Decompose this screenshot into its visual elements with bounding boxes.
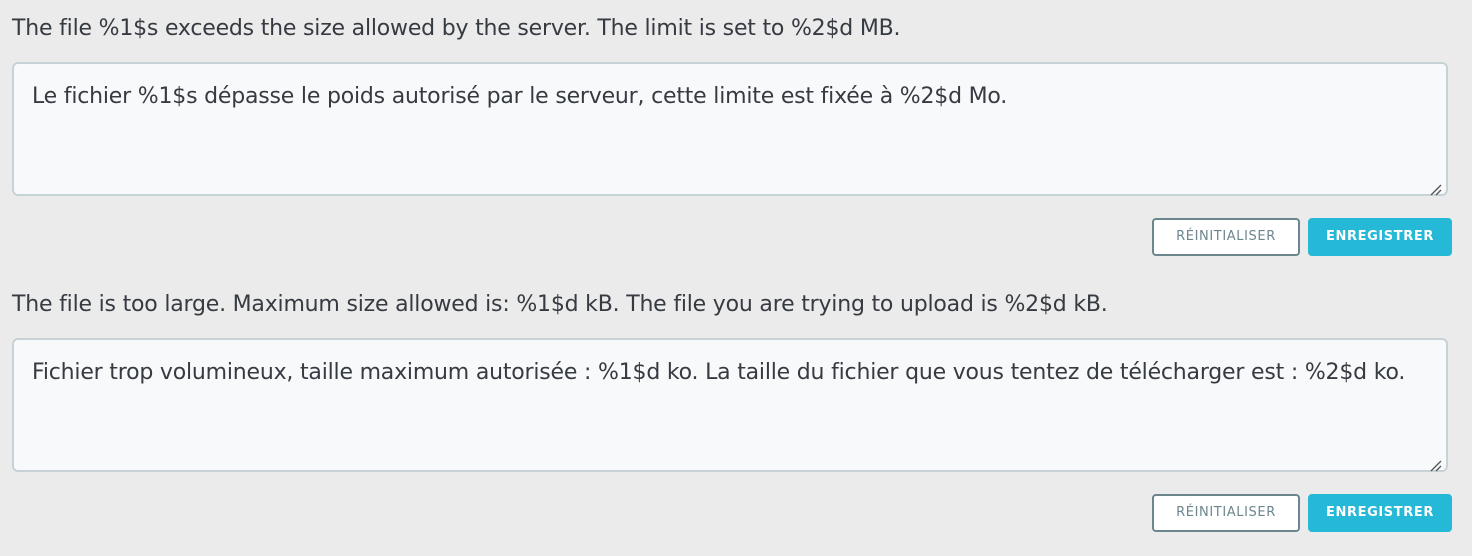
source-string-label: The file is too large. Maximum size allo…: [12, 292, 1108, 317]
translation-textarea[interactable]: Fichier trop volumineux, taille maximum …: [12, 338, 1448, 472]
resize-grip-icon[interactable]: [1430, 184, 1442, 196]
resize-grip-icon[interactable]: [1430, 460, 1442, 472]
save-button[interactable]: ENREGISTRER: [1308, 494, 1452, 532]
reset-button[interactable]: RÉINITIALISER: [1152, 494, 1300, 532]
source-string-label: The file %1$s exceeds the size allowed b…: [12, 16, 901, 41]
translation-textarea[interactable]: Le fichier %1$s dépasse le poids autoris…: [12, 62, 1448, 196]
save-button[interactable]: ENREGISTRER: [1308, 218, 1452, 256]
reset-button[interactable]: RÉINITIALISER: [1152, 218, 1300, 256]
